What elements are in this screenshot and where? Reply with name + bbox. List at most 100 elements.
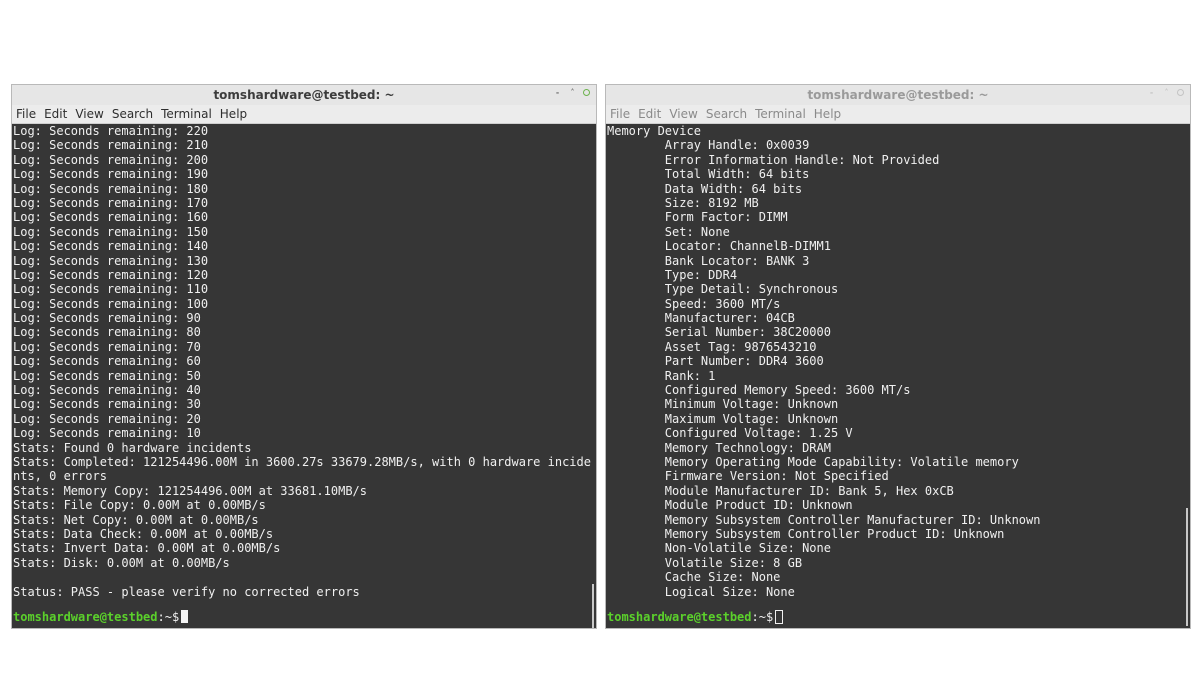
output-line: Logical Size: None [607,584,795,599]
output-line: Log: Seconds remaining: 80 [13,325,201,340]
output-line: Log: Seconds remaining: 100 [13,296,209,311]
output-line: Locator: ChannelB-DIMM1 [607,239,831,254]
menu-search[interactable]: Search [112,107,153,121]
menu-edit[interactable]: Edit [44,107,67,121]
output-line: Log: Seconds remaining: 50 [13,368,201,383]
output-line: Log: Seconds remaining: 180 [13,181,209,196]
output-line: Memory Technology: DRAM [607,440,831,455]
window-title: tomshardware@testbed: ~ [807,88,989,102]
output-line: Log: Seconds remaining: 130 [13,253,209,268]
minimize-icon[interactable]: - [553,88,562,97]
output-line: Log: Seconds remaining: 60 [13,354,201,369]
terminal-output[interactable]: Memory Device Array Handle: 0x0039 Error… [606,124,1190,628]
text-cursor [775,609,784,624]
window-controls: - ˄ [1147,88,1184,97]
output-line: Stats: Disk: 0.00M at 0.00MB/s [13,555,230,570]
output-line: Part Number: DDR4 3600 [607,354,824,369]
maximize-icon[interactable]: ˄ [568,88,577,97]
menu-view[interactable]: View [75,107,103,121]
output-line: Stats: Net Copy: 0.00M at 0.00MB/s [13,512,259,527]
menu-view[interactable]: View [669,107,697,121]
output-line: Configured Memory Speed: 3600 MT/s [607,383,911,398]
output-line: Total Width: 64 bits [607,167,810,182]
output-line: Rank: 1 [607,368,716,383]
output-line: Set: None [607,224,730,239]
output-line: Manufacturer: 04CB [607,311,795,326]
menu-bar: File Edit View Search Terminal Help [12,105,596,124]
close-icon[interactable] [583,89,590,96]
menu-file[interactable]: File [610,107,630,121]
output-line: Stats: Completed: 121254496.00M in 3600.… [13,454,591,469]
window-controls: - ˄ [553,88,590,97]
output-line: Log: Seconds remaining: 40 [13,383,201,398]
output-lines: Log: Seconds remaining: 220 Log: Seconds … [13,124,596,599]
output-line: Asset Tag: 9876543210 [607,339,817,354]
close-icon[interactable] [1177,89,1184,96]
output-line: Type: DDR4 [607,267,738,282]
output-line: Size: 8192 MB [607,195,759,210]
minimize-icon[interactable]: - [1147,88,1156,97]
output-line: nts, 0 errors [13,469,107,484]
terminal-window-left[interactable]: tomshardware@testbed: ~ - ˄ File Edit Vi… [11,84,597,629]
output-line: Stats: Invert Data: 0.00M at 0.00MB/s [13,541,281,556]
output-line: Stats: Found 0 hardware incidents [13,440,252,455]
output-line: Data Width: 64 bits [607,181,803,196]
scrollbar[interactable] [592,584,594,628]
prompt-user: tomshardware@testbed [607,609,752,624]
output-line: Log: Seconds remaining: 220 [13,124,209,138]
output-line: Log: Seconds remaining: 160 [13,210,209,225]
output-line: Log: Seconds remaining: 20 [13,411,201,426]
menu-edit[interactable]: Edit [638,107,661,121]
menu-help[interactable]: Help [814,107,841,121]
output-line: Type Detail: Synchronous [607,282,839,297]
menu-terminal[interactable]: Terminal [161,107,212,121]
output-line: Configured Voltage: 1.25 V [607,426,853,441]
output-line: Memory Operating Mode Capability: Volati… [607,454,1019,469]
output-lines: Memory Device Array Handle: 0x0039 Error… [607,124,1190,599]
output-line: Maximum Voltage: Unknown [607,411,839,426]
output-line: Cache Size: None [607,570,781,585]
output-line: Module Manufacturer ID: Bank 5, Hex 0xCB [607,483,954,498]
output-line: Array Handle: 0x0039 [607,138,810,153]
output-line: Firmware Version: Not Specified [607,469,889,484]
text-cursor [181,610,189,624]
output-line: Log: Seconds remaining: 110 [13,282,209,297]
prompt-path: :~$ [751,609,774,624]
output-line: Form Factor: DIMM [607,210,788,225]
title-bar[interactable]: tomshardware@testbed: ~ - ˄ [606,85,1190,105]
output-line: Log: Seconds remaining: 190 [13,167,209,182]
output-line: Log: Seconds remaining: 90 [13,311,201,326]
title-bar[interactable]: tomshardware@testbed: ~ - ˄ [12,85,596,105]
scrollbar[interactable] [1186,508,1188,626]
prompt-user: tomshardware@testbed [13,609,158,624]
command-prompt[interactable]: tomshardware@testbed:~$ [607,609,784,624]
output-line: Non-Volatile Size: None [607,541,831,556]
output-line: Memory Device [607,124,701,138]
menu-file[interactable]: File [16,107,36,121]
output-line: Speed: 3600 MT/s [607,296,781,311]
menu-terminal[interactable]: Terminal [755,107,806,121]
output-line: Serial Number: 38C20000 [607,325,831,340]
output-line: Stats: Memory Copy: 121254496.00M at 336… [13,483,368,498]
output-line: Log: Seconds remaining: 140 [13,239,209,254]
menu-bar: File Edit View Search Terminal Help [606,105,1190,124]
output-line: Bank Locator: BANK 3 [607,253,810,268]
terminal-output[interactable]: Log: Seconds remaining: 220 Log: Seconds … [12,124,596,628]
output-line: Log: Seconds remaining: 70 [13,339,201,354]
output-line: Minimum Voltage: Unknown [607,397,839,412]
window-title: tomshardware@testbed: ~ [213,88,395,102]
output-line: Log: Seconds remaining: 30 [13,397,201,412]
maximize-icon[interactable]: ˄ [1162,88,1171,97]
menu-help[interactable]: Help [220,107,247,121]
output-line: Log: Seconds remaining: 210 [13,138,209,153]
output-line: Module Product ID: Unknown [607,498,853,513]
output-line: Memory Subsystem Controller Manufacturer… [607,512,1041,527]
command-prompt[interactable]: tomshardware@testbed:~$ [13,609,189,624]
terminal-window-right[interactable]: tomshardware@testbed: ~ - ˄ File Edit Vi… [605,84,1191,629]
output-line: Error Information Handle: Not Provided [607,152,940,167]
menu-search[interactable]: Search [706,107,747,121]
output-line: Memory Subsystem Controller Product ID: … [607,526,1005,541]
prompt-path: :~$ [157,609,180,624]
output-line: Stats: Data Check: 0.00M at 0.00MB/s [13,526,274,541]
